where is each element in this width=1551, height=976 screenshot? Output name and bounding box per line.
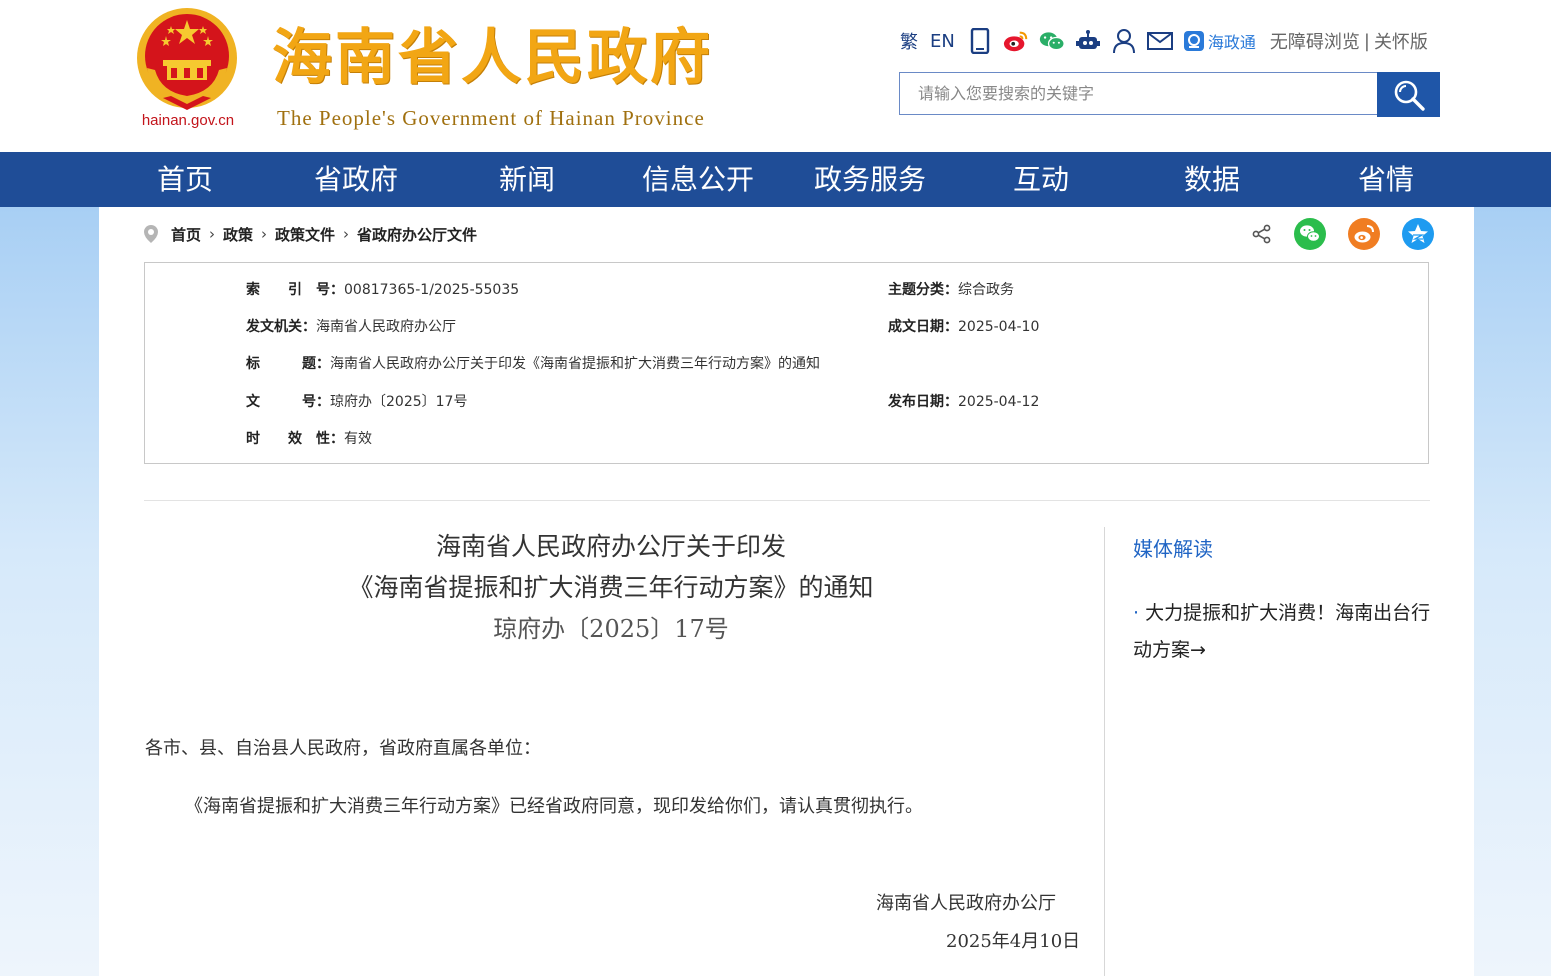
nav-item-news[interactable]: 新闻 [472, 152, 582, 207]
weibo-icon[interactable] [1003, 28, 1029, 54]
share-qzone-icon[interactable] [1402, 218, 1434, 250]
meta-date-made-label: 成文日期： [888, 319, 958, 335]
site-header: hainan.gov.cn 海南省人民政府 The People's Gover… [0, 0, 1551, 152]
search-input[interactable] [899, 72, 1377, 115]
article-salutation: 各市、县、自治县人民政府，省政府直属各单位： [145, 738, 541, 759]
article-doc-number: 琼府办〔2025〕17号 [493, 615, 729, 643]
meta-issuer-value: 海南省人民政府办公厅 [316, 319, 456, 335]
breadcrumb-policy[interactable]: 政策 [223, 224, 253, 245]
meta-docno-row: 文 号：琼府办〔2025〕17号 [246, 391, 467, 411]
main-nav: 首页 省政府 新闻 信息公开 政务服务 互动 数据 省情 [0, 152, 1551, 207]
robot-assistant-icon[interactable] [1075, 28, 1101, 54]
nav-item-home[interactable]: 首页 [130, 152, 240, 207]
accessible-browsing-link[interactable]: 无障碍浏览 [1270, 28, 1360, 54]
mobile-icon[interactable] [967, 28, 993, 54]
article-signer: 海南省人民政府办公厅 [876, 893, 1056, 914]
haizhengtong-link[interactable]: 海政通 [1183, 29, 1256, 53]
bullet-dot: · [1133, 602, 1140, 624]
nav-item-interaction[interactable]: 互动 [986, 152, 1096, 207]
nav-item-information-disclosure[interactable]: 信息公开 [628, 152, 768, 207]
article-date: 2025年4月10日 [946, 931, 1081, 952]
share-bar [1252, 218, 1434, 250]
header-tools: 繁 EN 海政通 无障碍浏览 | 关怀版 [900, 26, 1428, 56]
breadcrumb-policy-documents[interactable]: 政策文件 [275, 224, 335, 245]
english-link[interactable]: EN [930, 31, 955, 52]
chevron-right-icon: › [343, 225, 350, 243]
meta-date-made-row: 成文日期：2025-04-10 [888, 316, 1039, 336]
meta-validity-row: 时 效 性：有效 [246, 428, 372, 448]
site-title-cn[interactable]: 海南省人民政府 [272, 20, 713, 96]
media-interpretation-link-text: 大力提振和扩大消费！海南出台行动方案→ [1133, 602, 1431, 661]
meta-index-label: 索 引 号： [246, 282, 344, 298]
document-metadata-table: 索 引 号：00817365-1/2025-55035 主题分类：综合政务 发文… [144, 262, 1429, 464]
share-icon[interactable] [1252, 224, 1272, 244]
meta-index-row: 索 引 号：00817365-1/2025-55035 [246, 279, 519, 299]
section-divider [144, 500, 1430, 501]
meta-docno-value: 琼府办〔2025〕17号 [330, 394, 468, 410]
meta-validity-label: 时 效 性： [246, 431, 344, 447]
meta-index-value: 00817365-1/2025-55035 [344, 282, 520, 298]
site-title-en: The People's Government of Hainan Provin… [277, 106, 705, 130]
share-weibo-icon[interactable] [1348, 218, 1380, 250]
media-interpretation-link[interactable]: · 大力提振和扩大消费！海南出台行动方案→ [1133, 595, 1433, 669]
article-body-paragraph: 《海南省提振和扩大消费三年行动方案》已经省政府同意，现印发给你们，请认真贯彻执行… [185, 796, 923, 817]
haizhengtong-icon [1183, 31, 1204, 51]
article-title-line1: 海南省人民政府办公厅关于印发 [435, 532, 786, 561]
meta-title-label: 标 题： [246, 356, 330, 372]
breadcrumb: 首页 › 政策 › 政策文件 › 省政府办公厅文件 [143, 222, 477, 246]
meta-pub-date-row: 发布日期：2025-04-12 [888, 391, 1039, 411]
meta-title-row: 标 题：海南省人民政府办公厅关于印发《海南省提振和扩大消费三年行动方案》的通知 [246, 353, 820, 373]
article-title-line2: 《海南省提振和扩大消费三年行动方案》的通知 [348, 573, 874, 602]
meta-issuer-row: 发文机关：海南省人民政府办公厅 [246, 316, 456, 336]
nav-item-province-profile[interactable]: 省情 [1331, 152, 1441, 207]
search-button[interactable] [1377, 72, 1440, 117]
elderly-mode-link[interactable]: 关怀版 [1374, 28, 1428, 54]
meta-date-made-value: 2025-04-10 [958, 319, 1040, 335]
meta-category-label: 主题分类： [888, 282, 958, 298]
meta-docno-label: 文 号： [246, 394, 330, 410]
chevron-right-icon: › [261, 225, 268, 243]
haizhengtong-label: 海政通 [1207, 33, 1256, 52]
breadcrumb-office-documents[interactable]: 省政府办公厅文件 [357, 224, 477, 245]
breadcrumb-home[interactable]: 首页 [171, 224, 201, 245]
meta-validity-value: 有效 [344, 431, 372, 447]
wechat-icon[interactable] [1039, 28, 1065, 54]
nav-item-government-services[interactable]: 政务服务 [800, 152, 940, 207]
meta-title-value: 海南省人民政府办公厅关于印发《海南省提振和扩大消费三年行动方案》的通知 [330, 356, 820, 372]
meta-issuer-label: 发文机关： [246, 319, 316, 335]
search-bar [899, 72, 1440, 117]
meta-category-value: 综合政务 [958, 282, 1014, 298]
site-url-label: hainan.gov.cn [141, 112, 235, 129]
sidebar-title: 媒体解读 [1133, 537, 1213, 561]
traditional-chinese-link[interactable]: 繁 [900, 28, 918, 54]
share-wechat-icon[interactable] [1294, 218, 1326, 250]
national-emblem-icon [137, 8, 237, 110]
tools-separator: | [1363, 30, 1370, 52]
user-icon[interactable] [1111, 28, 1137, 54]
nav-item-data[interactable]: 数据 [1157, 152, 1267, 207]
meta-category-row: 主题分类：综合政务 [888, 279, 1014, 299]
nav-item-province-government[interactable]: 省政府 [296, 152, 416, 207]
mail-icon[interactable] [1146, 28, 1173, 54]
meta-pub-date-value: 2025-04-12 [958, 394, 1040, 410]
sidebar-divider [1104, 527, 1105, 976]
chevron-right-icon: › [209, 225, 216, 243]
location-pin-icon [143, 224, 159, 244]
meta-pub-date-label: 发布日期： [888, 394, 958, 410]
search-icon [1394, 80, 1425, 111]
